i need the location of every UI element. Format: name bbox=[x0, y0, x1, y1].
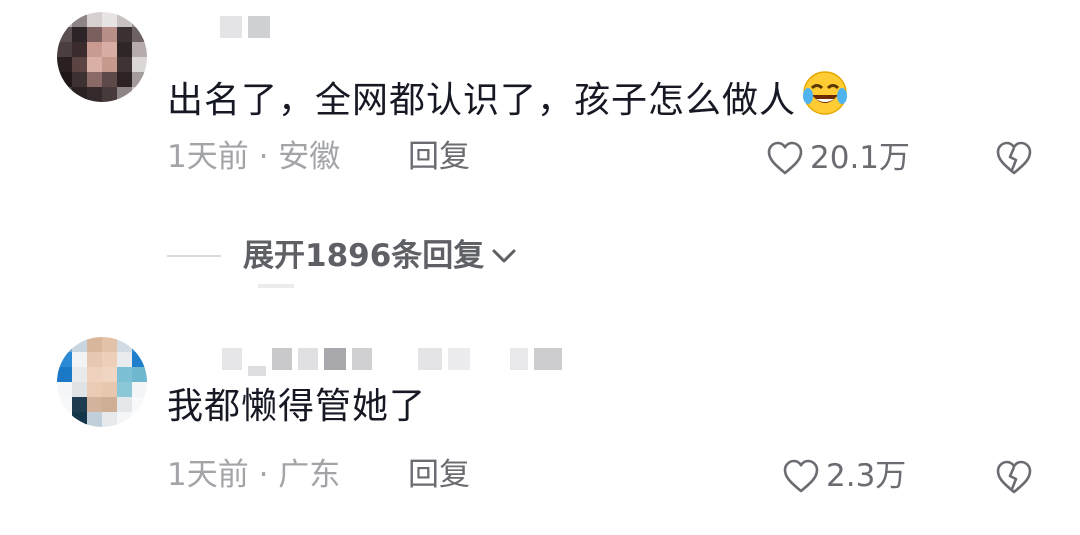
redacted-mark bbox=[258, 284, 294, 288]
dislike-button[interactable] bbox=[995, 140, 1033, 180]
comment-text: 我都懒得管她了 bbox=[167, 385, 426, 429]
comment-item-1: 出名了，全网都认识了，孩子怎么做人 1天前 · 安徽 回复 20.1万 展开18… bbox=[0, 0, 1080, 288]
comment-meta: 1天前 · 安徽 bbox=[167, 139, 341, 175]
comment-item-2: 我都懒得管她了 1天前 · 广东 回复 2.3万 bbox=[0, 330, 1080, 535]
rolling-laughing-emoji-icon bbox=[800, 68, 850, 129]
comment-text-content: 出名了，全网都认识了，孩子怎么做人 bbox=[167, 80, 797, 121]
heart-icon bbox=[767, 141, 803, 175]
divider-line bbox=[167, 255, 221, 257]
like-count: 20.1万 bbox=[810, 140, 911, 176]
comment-text: 出名了，全网都认识了，孩子怎么做人 bbox=[167, 68, 850, 129]
expand-replies-label: 展开1896条回复 bbox=[243, 238, 485, 274]
username-redacted[interactable] bbox=[220, 10, 270, 44]
heart-icon bbox=[783, 459, 819, 493]
avatar[interactable] bbox=[57, 12, 147, 102]
dislike-button[interactable] bbox=[995, 459, 1033, 499]
avatar[interactable] bbox=[57, 337, 147, 427]
username-redacted[interactable] bbox=[222, 342, 562, 376]
reply-button[interactable]: 回复 bbox=[408, 137, 470, 177]
broken-heart-icon bbox=[996, 141, 1032, 175]
comment-text-content: 我都懒得管她了 bbox=[167, 386, 427, 427]
chevron-down-icon bbox=[492, 249, 516, 263]
broken-heart-icon bbox=[996, 460, 1032, 494]
like-button[interactable]: 20.1万 bbox=[766, 138, 910, 178]
comment-meta: 1天前 · 广东 bbox=[167, 457, 341, 493]
like-count: 2.3万 bbox=[826, 458, 907, 494]
reply-button[interactable]: 回复 bbox=[408, 455, 470, 495]
expand-replies-button[interactable]: 展开1896条回复 bbox=[167, 236, 518, 276]
like-button[interactable]: 2.3万 bbox=[782, 456, 906, 496]
